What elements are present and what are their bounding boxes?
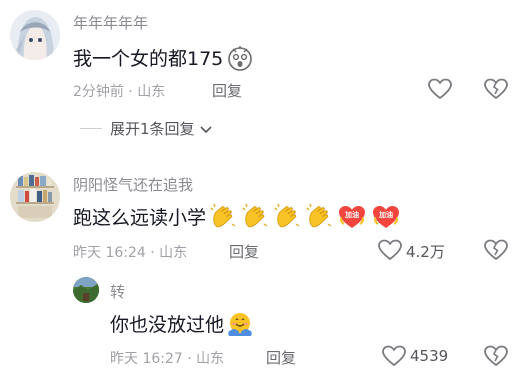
bookshelf-avatar-image <box>10 172 60 222</box>
avatar[interactable] <box>73 277 99 303</box>
comment-text: 你也没放过他 <box>110 310 253 337</box>
sticker-text: 加油 <box>379 210 394 219</box>
clapping-hands-emoji <box>210 203 236 230</box>
clapping-hands-emoji <box>274 203 300 230</box>
dislike-broken-heart-icon[interactable] <box>484 239 508 261</box>
like-heart-icon[interactable] <box>382 345 406 367</box>
clapping-hands-emoji <box>306 203 332 230</box>
avatar[interactable] <box>10 172 60 222</box>
comment-text-body: 跑这么远读小学 <box>73 207 207 229</box>
dislike-broken-heart-icon[interactable] <box>484 78 508 100</box>
comment-text-body: 我一个女的都175 <box>73 48 224 70</box>
reply-button[interactable]: 回复 <box>266 347 296 368</box>
shocked-face-emoji <box>227 45 253 71</box>
comment-text: 我一个女的都175 <box>73 44 253 71</box>
comment-meta: 昨天 16:24 · 山东 <box>73 245 188 261</box>
reply-button[interactable]: 回复 <box>212 80 242 101</box>
comment-username[interactable]: 阴阳怪气还在追我 <box>73 174 193 195</box>
dislike-broken-heart-icon[interactable] <box>484 345 508 367</box>
like-heart-icon[interactable] <box>378 239 402 261</box>
comment-meta: 2分钟前 · 山东 <box>73 84 166 100</box>
chevron-down-icon <box>199 120 212 138</box>
like-count: 4539 <box>410 347 449 365</box>
comment-text: 跑这么远读小学 加油 加油 <box>73 203 400 230</box>
avatar[interactable] <box>10 10 60 60</box>
comment-username[interactable]: 转 <box>110 281 125 302</box>
divider <box>80 128 102 129</box>
reply-button[interactable]: 回复 <box>229 241 259 262</box>
anime-girl-avatar-image <box>10 10 60 60</box>
hugging-face-emoji <box>227 311 253 337</box>
like-heart-icon[interactable] <box>428 78 452 100</box>
jiayou-heart-sticker: 加油 <box>372 204 400 230</box>
clapping-hands-emoji <box>242 203 268 230</box>
expand-replies-label: 展开1条回复 <box>110 120 195 138</box>
like-count: 4.2万 <box>406 243 445 261</box>
expand-replies-button[interactable]: 展开1条回复 <box>80 118 212 139</box>
jiayou-heart-sticker: 加油 <box>338 204 366 230</box>
comment-text-body: 你也没放过他 <box>110 314 225 336</box>
sticker-text: 加油 <box>345 210 360 219</box>
landscape-avatar-image <box>73 277 99 303</box>
comment-meta: 昨天 16:27 · 山东 <box>110 351 225 367</box>
comment-username[interactable]: 年年年年年 <box>73 12 148 33</box>
